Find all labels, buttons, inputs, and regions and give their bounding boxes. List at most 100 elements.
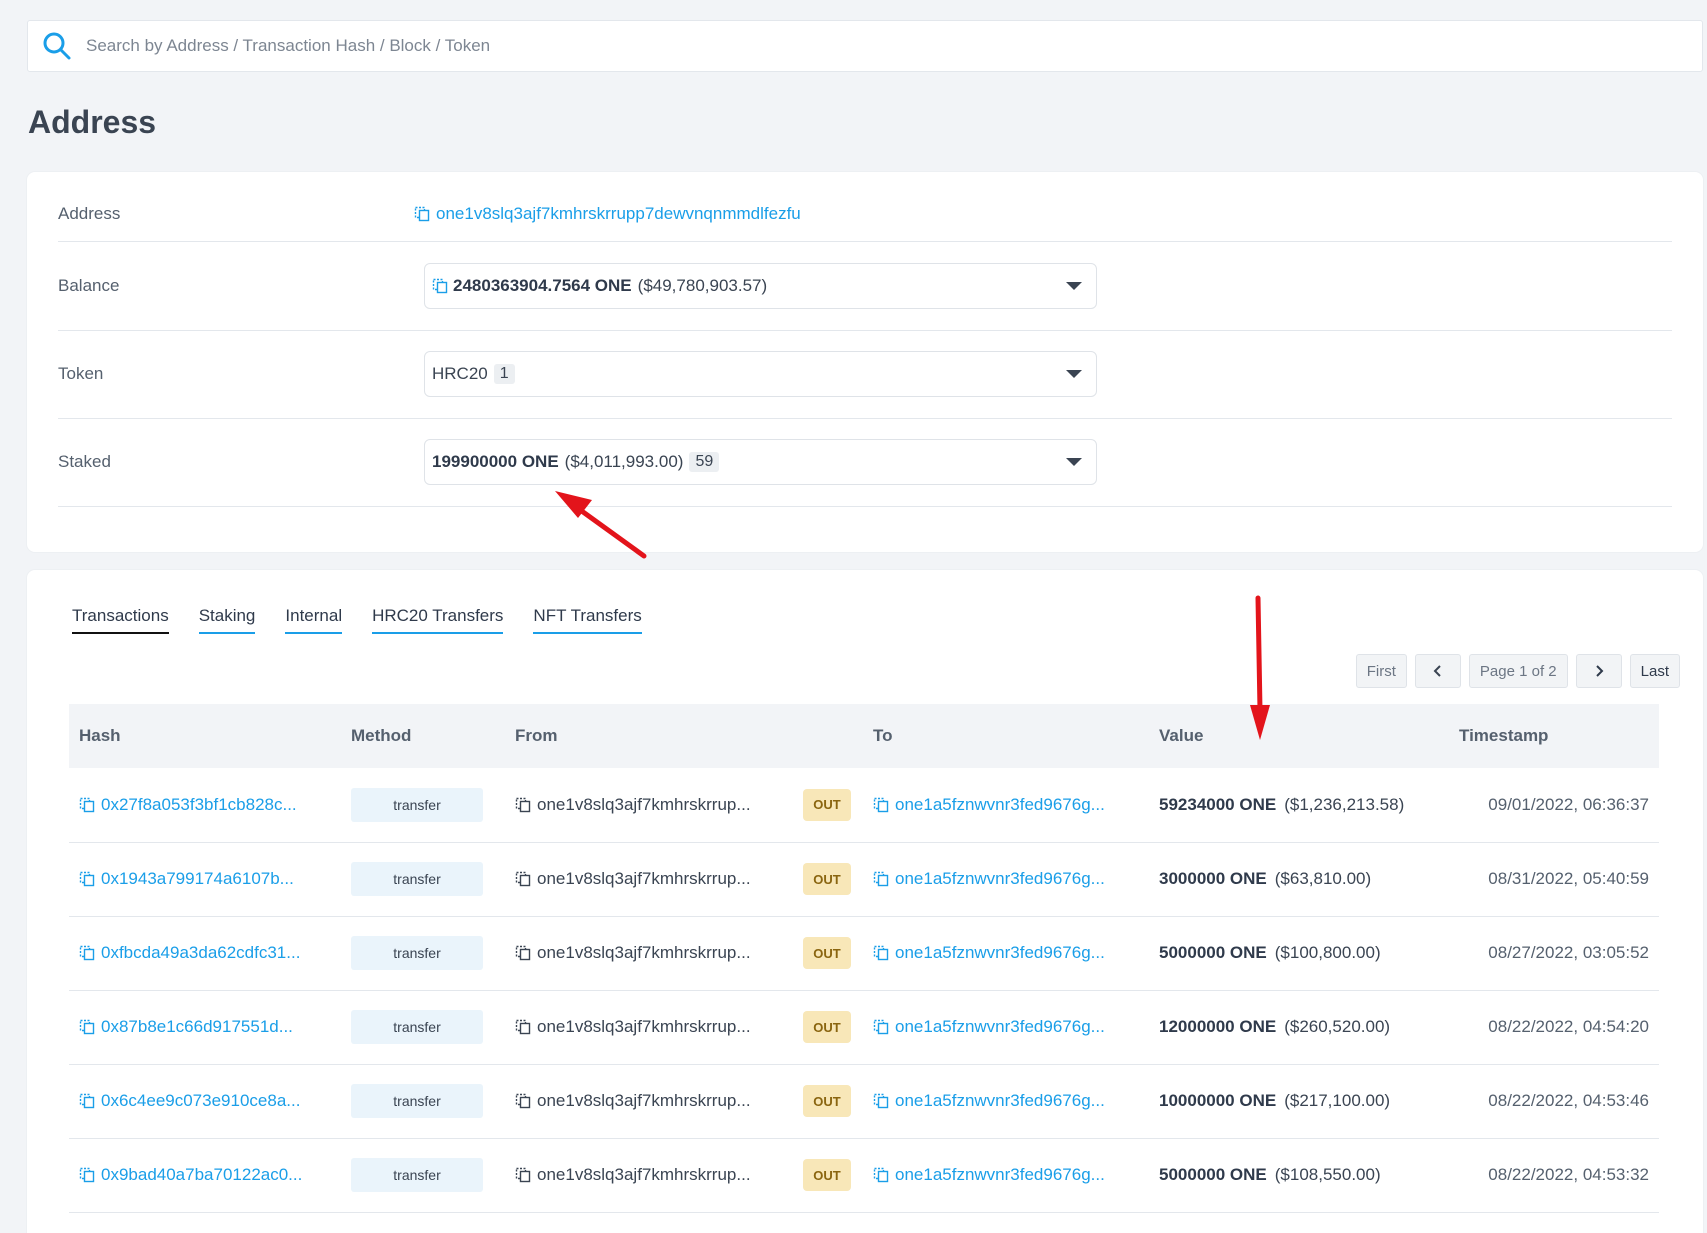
tab-hrc20-transfers[interactable]: HRC20 Transfers (372, 606, 504, 634)
header-method: Method (351, 726, 412, 745)
method-badge: transfer (351, 1084, 483, 1118)
method-badge: transfer (351, 862, 483, 896)
value-amount: 59234000 ONE (1159, 794, 1277, 814)
from-address[interactable]: one1v8slq3ajf7kmhrskrrup... (515, 1091, 793, 1111)
address-row: Address one1v8slq3ajf7kmhrskrrupp7dewvnq… (58, 172, 1672, 242)
transactions-table: Hash Method From To Value Timestamp 0x27… (69, 704, 1659, 1213)
copy-icon[interactable] (79, 871, 95, 887)
copy-icon[interactable] (432, 278, 448, 294)
last-page-button[interactable]: Last (1629, 654, 1680, 688)
address-value-link[interactable]: one1v8slq3ajf7kmhrskrrupp7dewvnqnmmdlfez… (414, 204, 801, 224)
tx-hash-link[interactable]: 0x9bad40a7ba70122ac0... (79, 1165, 341, 1185)
from-address[interactable]: one1v8slq3ajf7kmhrskrrup... (515, 795, 793, 815)
header-timestamp: Timestamp (1459, 726, 1549, 745)
value-amount: 10000000 ONE (1159, 1091, 1277, 1110)
from-address[interactable]: one1v8slq3ajf7kmhrskrrup... (515, 1017, 793, 1037)
value-usd: ($217,100.00) (1284, 1091, 1391, 1110)
copy-icon[interactable] (873, 797, 889, 813)
tx-hash-link[interactable]: 0x6c4ee9c073e910ce8a... (79, 1091, 341, 1111)
tx-hash-link[interactable]: 0x27f8a053f3bf1cb828c... (79, 795, 341, 815)
direction-badge: OUT (803, 863, 851, 895)
balance-label: Balance (58, 276, 120, 295)
from-text: one1v8slq3ajf7kmhrskrrup... (537, 1017, 751, 1036)
address-label: Address (58, 204, 121, 223)
tab-nft-transfers[interactable]: NFT Transfers (533, 606, 642, 634)
balance-dropdown[interactable]: 2480363904.7564 ONE ($49,780,903.57) (424, 263, 1097, 309)
from-address[interactable]: one1v8slq3ajf7kmhrskrrup... (515, 943, 793, 963)
caret-down-icon (1066, 458, 1082, 466)
from-address[interactable]: one1v8slq3ajf7kmhrskrrup... (515, 1165, 793, 1185)
copy-icon[interactable] (873, 945, 889, 961)
timestamp: 08/22/2022, 04:53:32 (1488, 1165, 1649, 1184)
to-address-link[interactable]: one1a5fznwvnr3fed9676g... (873, 795, 1149, 815)
tab-staking[interactable]: Staking (198, 606, 256, 634)
copy-icon[interactable] (515, 1093, 531, 1109)
token-dropdown[interactable]: HRC20 1 (424, 351, 1097, 397)
tx-hash-link[interactable]: 0xfbcda49a3da62cdfc31... (79, 943, 341, 963)
table-row: 0x27f8a053f3bf1cb828c... transfer one1v8… (69, 768, 1659, 842)
tx-hash: 0xfbcda49a3da62cdfc31... (101, 943, 301, 962)
to-address-link[interactable]: one1a5fznwvnr3fed9676g... (873, 869, 1149, 889)
tab-bar: Transactions Staking Internal HRC20 Tran… (72, 606, 672, 634)
search-icon[interactable] (42, 31, 72, 61)
token-type: HRC20 (432, 364, 488, 383)
chevron-left-icon (1433, 665, 1441, 677)
tx-hash: 0x27f8a053f3bf1cb828c... (101, 794, 297, 814)
copy-icon[interactable] (515, 797, 531, 813)
copy-icon[interactable] (79, 1167, 95, 1183)
copy-icon[interactable] (873, 1093, 889, 1109)
copy-icon[interactable] (873, 1019, 889, 1035)
copy-icon[interactable] (79, 797, 95, 813)
method-badge: transfer (351, 936, 483, 970)
copy-icon[interactable] (515, 871, 531, 887)
table-row: 0xfbcda49a3da62cdfc31... transfer one1v8… (69, 916, 1659, 990)
prev-page-button[interactable] (1414, 654, 1461, 688)
copy-icon[interactable] (79, 945, 95, 961)
to-address-link[interactable]: one1a5fznwvnr3fed9676g... (873, 1165, 1149, 1185)
copy-icon[interactable] (515, 945, 531, 961)
to-text: one1a5fznwvnr3fed9676g... (895, 1091, 1105, 1110)
header-value: Value (1159, 726, 1204, 745)
copy-icon[interactable] (873, 871, 889, 887)
transactions-card: Transactions Staking Internal HRC20 Tran… (27, 570, 1703, 1233)
search-input[interactable] (86, 36, 1586, 56)
staked-usd: ($4,011,993.00) (564, 452, 684, 471)
to-text: one1a5fznwvnr3fed9676g... (895, 869, 1105, 888)
token-count-badge: 1 (493, 364, 515, 384)
copy-icon[interactable] (414, 206, 430, 222)
staked-count-badge: 59 (689, 452, 720, 472)
direction-badge: OUT (803, 1011, 851, 1043)
copy-icon[interactable] (515, 1019, 531, 1035)
to-address-link[interactable]: one1a5fznwvnr3fed9676g... (873, 943, 1149, 963)
tx-hash: 0x6c4ee9c073e910ce8a... (101, 1091, 301, 1110)
next-page-button[interactable] (1575, 654, 1622, 688)
copy-icon[interactable] (79, 1019, 95, 1035)
copy-icon[interactable] (79, 1093, 95, 1109)
timestamp: 08/31/2022, 05:40:59 (1488, 869, 1649, 888)
value-usd: ($108,550.00) (1274, 1165, 1381, 1184)
tab-internal[interactable]: Internal (285, 606, 343, 634)
method-badge: transfer (351, 1158, 483, 1192)
first-page-button[interactable]: First (1355, 654, 1407, 688)
copy-icon[interactable] (515, 1167, 531, 1183)
to-address-link[interactable]: one1a5fznwvnr3fed9676g... (873, 1091, 1149, 1111)
timestamp: 09/01/2022, 06:36:37 (1488, 794, 1649, 814)
value-usd: ($260,520.00) (1284, 1017, 1391, 1036)
to-text: one1a5fznwvnr3fed9676g... (895, 1165, 1105, 1184)
to-address-link[interactable]: one1a5fznwvnr3fed9676g... (873, 1017, 1149, 1037)
page-title: Address (28, 104, 157, 140)
copy-icon[interactable] (873, 1167, 889, 1183)
staked-dropdown[interactable]: 199900000 ONE ($4,011,993.00) 59 (424, 439, 1097, 485)
value-usd: ($100,800.00) (1274, 943, 1381, 962)
staked-amount: 199900000 ONE (432, 452, 559, 471)
from-text: one1v8slq3ajf7kmhrskrrup... (537, 1091, 751, 1110)
method-badge: transfer (351, 1010, 483, 1044)
tx-hash-link[interactable]: 0x1943a799174a6107b... (79, 869, 341, 889)
to-text: one1a5fznwvnr3fed9676g... (895, 794, 1105, 814)
direction-badge: OUT (803, 1085, 851, 1117)
tx-hash-link[interactable]: 0x87b8e1c66d917551d... (79, 1017, 341, 1037)
from-text: one1v8slq3ajf7kmhrskrrup... (537, 1165, 751, 1184)
tab-transactions[interactable]: Transactions (72, 606, 169, 634)
from-address[interactable]: one1v8slq3ajf7kmhrskrrup... (515, 869, 793, 889)
direction-badge: OUT (803, 788, 851, 821)
